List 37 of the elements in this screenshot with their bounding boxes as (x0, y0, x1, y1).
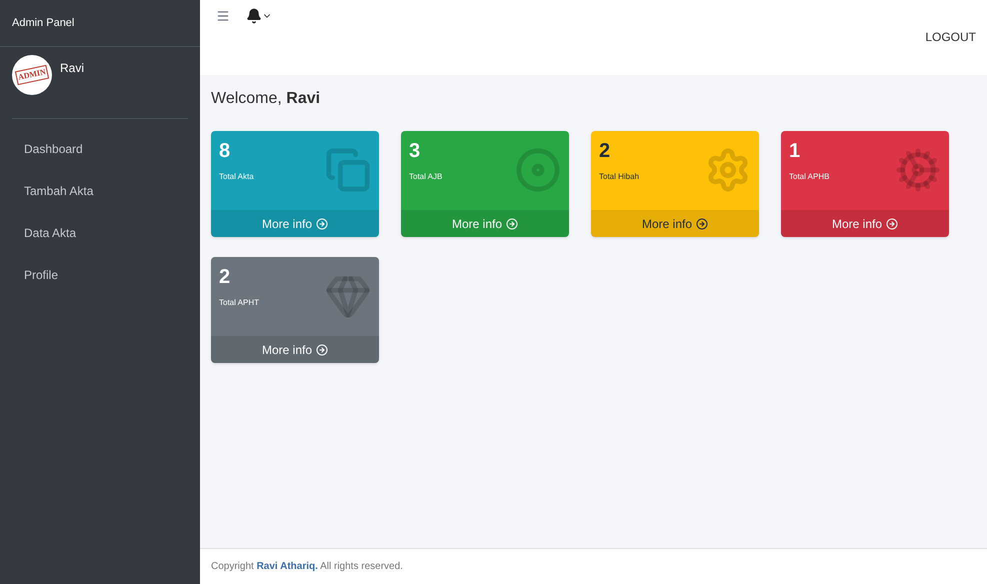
menu-icon[interactable] (216, 9, 230, 23)
stat-label: Total Akta (219, 171, 254, 183)
sidebar-item[interactable]: Dashboard (24, 135, 176, 163)
stat-label: Total APHB (789, 171, 830, 183)
bell-icon (246, 8, 262, 24)
more-info-link[interactable]: More info (401, 210, 569, 237)
arrow-circle-icon (506, 218, 518, 230)
stat-label: Total APHT (219, 297, 260, 309)
sidebar-item[interactable]: Profile (24, 261, 176, 289)
arrow-circle-icon (886, 218, 898, 230)
stat-label: Total AJB (409, 171, 442, 183)
stat-count: 3 (409, 139, 422, 163)
notification-dropdown[interactable] (246, 8, 272, 24)
arrow-circle-icon (316, 218, 328, 230)
copyright-text: Copyright Ravi Athariq. All rights reserved. (211, 560, 403, 574)
avatar-stamp: ADMIN (14, 64, 50, 86)
welcome-text: Welcome, Ravi (211, 89, 322, 109)
stat-count: 8 (219, 139, 232, 163)
brand-title: Admin Panel (12, 16, 74, 31)
user-name: Ravi (60, 60, 84, 77)
logout-button[interactable]: LOGOUT (925, 28, 976, 46)
stat-count: 1 (789, 139, 802, 163)
author-link[interactable]: Ravi Athariq. (256, 561, 318, 572)
arrow-circle-icon (696, 218, 708, 230)
disc-icon (515, 147, 561, 193)
sidebar-item[interactable]: Tambah Akta (24, 177, 176, 205)
stat-label: Total Hibah (599, 171, 640, 183)
copy-icon (325, 147, 371, 193)
stat-count: 2 (219, 265, 232, 289)
sidebar-item[interactable]: Data Akta (24, 219, 176, 247)
more-info-link[interactable]: More info (211, 210, 379, 237)
stat-count: 2 (599, 139, 612, 163)
arrow-circle-icon (316, 344, 328, 356)
more-info-link[interactable]: More info (211, 336, 379, 363)
more-info-link[interactable]: More info (591, 210, 759, 237)
cog-icon (895, 147, 941, 193)
more-info-link[interactable]: More info (781, 210, 949, 237)
